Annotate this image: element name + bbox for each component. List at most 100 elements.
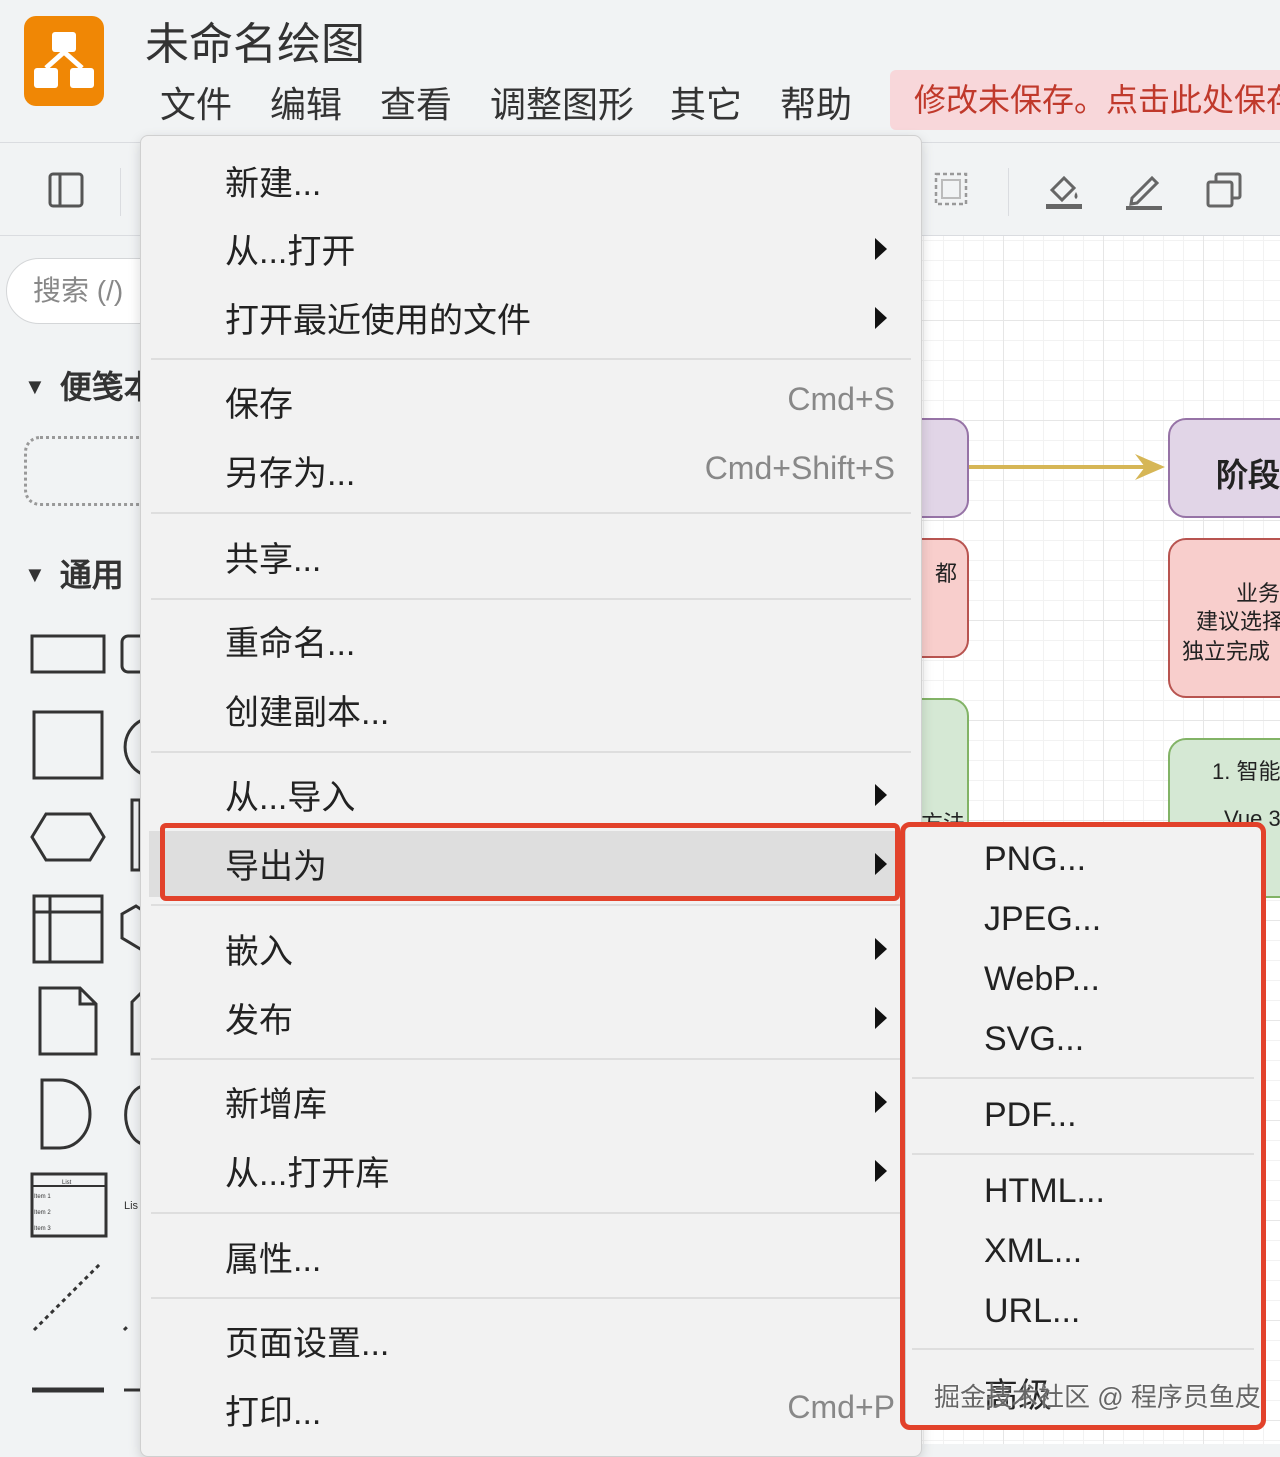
collapse-triangle-icon: ▼ [24, 562, 46, 587]
menu-item-embed[interactable]: 嵌入 [149, 916, 909, 982]
red-box-right[interactable]: 业务 建议选择 独立完成 [1168, 538, 1280, 698]
list-shape-title: List [62, 1180, 72, 1186]
menu-separator [151, 751, 911, 753]
menu-item-label: 新增库 [225, 1086, 327, 1124]
menu-extras[interactable]: 其它 [670, 76, 742, 128]
menu-item-label: 创建副本... [225, 694, 390, 732]
menu-item-save-as[interactable]: 另存为... Cmd+Shift+S [149, 438, 909, 504]
menu-item-shortcut: Cmd+P [787, 1389, 895, 1425]
menu-item-label: 从...打开库 [225, 1155, 390, 1193]
stage-box-right[interactable]: 阶段 [1168, 418, 1280, 518]
menu-item-shortcut: Cmd+Shift+S [704, 450, 895, 486]
menu-item-open-library-from[interactable]: 从...打开库 [149, 1138, 909, 1204]
menu-item-open-from[interactable]: 从...打开 [149, 216, 909, 282]
dotted-line-icon [122, 1324, 130, 1332]
rectangle-shape-icon [30, 634, 106, 674]
menu-separator [151, 512, 911, 514]
internal-storage-shape-icon [32, 894, 104, 964]
menu-item-publish[interactable]: 发布 [149, 985, 909, 1051]
menu-item-label: 从...导入 [225, 779, 356, 817]
submenu-arrow-icon [875, 784, 887, 806]
menu-item-new-library[interactable]: 新增库 [149, 1069, 909, 1135]
menu-item-label: 新建... [225, 165, 322, 203]
menu-help[interactable]: 帮助 [780, 76, 852, 128]
menu-item-label: 页面设置... [225, 1325, 390, 1363]
diagram-logo-icon [34, 32, 94, 88]
menu-item-label: 共享... [225, 541, 322, 579]
red-box-left-text: 都 [934, 561, 957, 586]
menu-separator [151, 1212, 911, 1214]
collapse-triangle-icon: ▼ [24, 374, 46, 399]
menu-separator [151, 1058, 911, 1060]
section-general[interactable]: ▼ 通用 [24, 550, 124, 596]
menu-separator [151, 358, 911, 360]
delay-shape-icon [40, 1078, 92, 1150]
fill-color-icon[interactable] [1042, 168, 1086, 212]
menu-item-label: 保存 [225, 386, 293, 424]
list-shape-item: Item 3 [34, 1226, 51, 1232]
menu-item-label: 打开最近使用的文件 [225, 302, 531, 340]
menu-item-label: 嵌入 [225, 933, 293, 971]
menu-item-make-copy[interactable]: 创建副本... [149, 677, 909, 743]
menu-item-shortcut: Cmd+S [787, 381, 895, 417]
menu-item-label: 发布 [225, 1002, 293, 1040]
menu-item-print[interactable]: 打印... Cmd+P [149, 1377, 909, 1443]
menu-item-label: 重命名... [225, 625, 356, 663]
line-color-icon[interactable] [1122, 168, 1166, 212]
list-shape-caption: Lis [124, 1200, 139, 1212]
connector-arrow[interactable] [969, 450, 1169, 484]
process-shape-icon [130, 798, 142, 872]
menu-item-share[interactable]: 共享... [149, 524, 909, 590]
submenu-arrow-icon [875, 307, 887, 329]
menu-view[interactable]: 查看 [380, 76, 452, 128]
select-area-icon[interactable] [930, 168, 974, 212]
section-label: 通用 [59, 557, 124, 593]
section-scratchpad[interactable]: ▼ 便笺本 [24, 362, 156, 408]
menu-item-import-from[interactable]: 从...导入 [149, 762, 909, 828]
menu-item-properties[interactable]: 属性... [149, 1224, 909, 1290]
menu-separator [151, 598, 911, 600]
list-shape-item: Item 1 [34, 1194, 51, 1200]
shape-palette[interactable]: List Item 1 Item 2 Item 3 Lis [24, 620, 144, 1400]
stage-title: 阶段 [1216, 457, 1280, 493]
file-menu-dropdown: 新建... 从...打开 打开最近使用的文件 保存 Cmd+S 另存为... C… [140, 135, 922, 1457]
green-box-line: 1. 智能 [1212, 759, 1280, 784]
menu-item-label: 另存为... [225, 455, 356, 493]
menu-item-rename[interactable]: 重命名... [149, 608, 909, 674]
export-as-highlight [160, 823, 900, 901]
menu-item-label: 从...打开 [225, 233, 356, 271]
menu-item-page-setup[interactable]: 页面设置... [149, 1308, 909, 1374]
submenu-arrow-icon [875, 938, 887, 960]
menu-arrange[interactable]: 调整图形 [490, 76, 634, 128]
menu-item-label: 属性... [225, 1241, 322, 1279]
drawio-logo[interactable] [24, 16, 104, 106]
menu-item-label: 打印... [225, 1394, 322, 1432]
unsaved-changes-banner[interactable]: 修改未保存。点击此处保存。 [890, 70, 1280, 130]
menu-file[interactable]: 文件 [160, 76, 232, 128]
submenu-arrow-icon [875, 1007, 887, 1029]
hexagon-shape-icon [30, 812, 106, 862]
dashed-line-icon [32, 1262, 102, 1332]
document-title[interactable]: 未命名绘图 [145, 8, 365, 72]
menu-separator [151, 1297, 911, 1299]
menu-item-save[interactable]: 保存 Cmd+S [149, 369, 909, 435]
export-submenu-highlight [900, 822, 1266, 1430]
menu-edit[interactable]: 编辑 [270, 76, 342, 128]
sidebar-toggle-icon[interactable] [44, 168, 88, 212]
submenu-arrow-icon [875, 238, 887, 260]
menu-separator [151, 904, 911, 906]
toolbar-separator [120, 168, 121, 216]
shadow-icon[interactable] [1202, 168, 1246, 212]
watermark-text: 掘金技术社区 @ 程序员鱼皮 [934, 1382, 1261, 1412]
cube-shape-icon [120, 904, 144, 953]
menu-item-open-recent[interactable]: 打开最近使用的文件 [149, 285, 909, 351]
square-shape-icon [32, 710, 104, 780]
submenu-arrow-icon [875, 1160, 887, 1182]
toolbar-separator [1008, 168, 1009, 216]
menu-item-new[interactable]: 新建... [149, 148, 909, 214]
list-shape-item: Item 2 [34, 1210, 51, 1216]
red-box-line: 建议选择 [1196, 609, 1280, 634]
submenu-arrow-icon [875, 1091, 887, 1113]
red-box-line: 独立完成 [1182, 639, 1271, 664]
note-shape-icon [38, 986, 98, 1056]
